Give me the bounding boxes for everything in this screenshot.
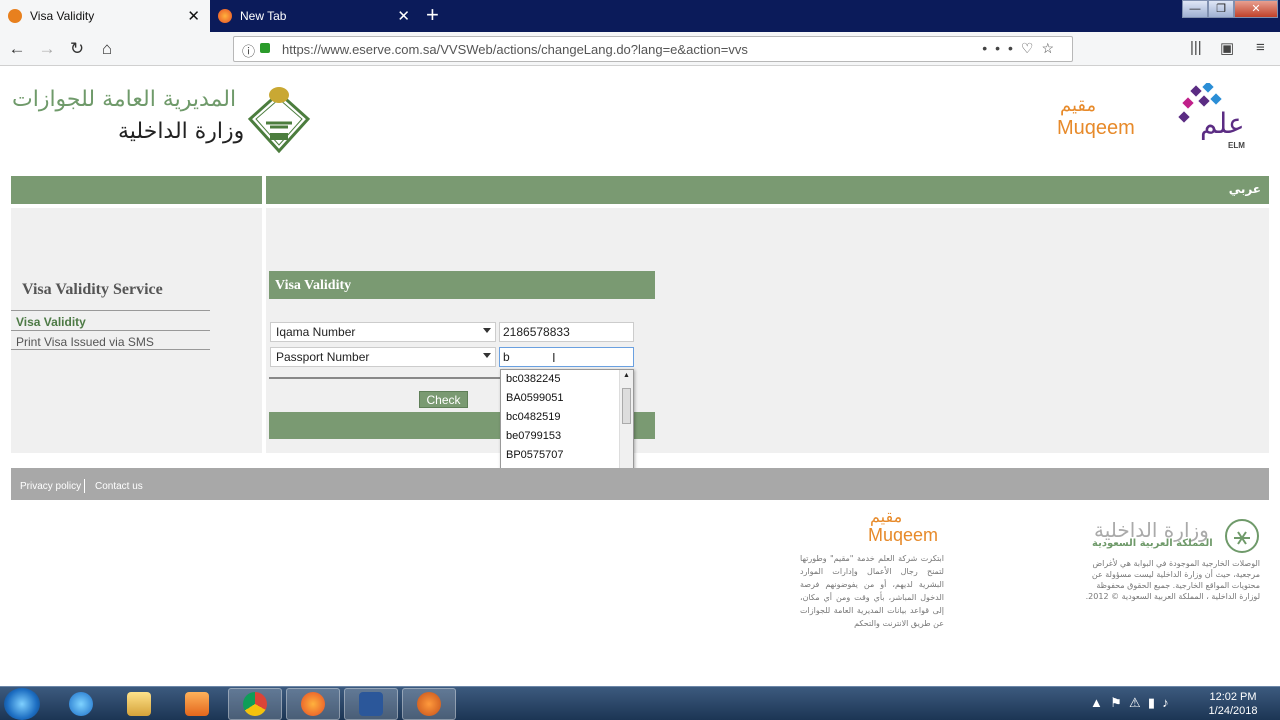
window-close-button[interactable]: ✕ bbox=[1234, 0, 1278, 18]
autocomplete-item[interactable]: bc0382245 bbox=[506, 373, 560, 385]
passport-number-input[interactable]: b bbox=[499, 347, 634, 367]
library-icon[interactable]: ||| bbox=[1190, 39, 1202, 56]
info-icon[interactable]: ⓘ bbox=[242, 41, 255, 60]
footer-separator bbox=[84, 479, 85, 493]
check-button[interactable]: Check bbox=[419, 391, 468, 408]
footer-muqeem-logo-arabic: مقيم bbox=[870, 509, 903, 526]
tab-visa-validity[interactable]: Visa Validity ✕ bbox=[0, 0, 210, 32]
tab-label: Visa Validity bbox=[30, 9, 95, 23]
close-tab-icon[interactable]: ✕ bbox=[397, 7, 410, 25]
clock-date: 1/24/2018 bbox=[1208, 705, 1258, 717]
elm-logo-arabic: علم bbox=[1200, 107, 1245, 140]
taskbar-clock[interactable]: 12:02 PM 1/24/2018 bbox=[1200, 690, 1266, 718]
passports-emblem-icon bbox=[247, 87, 311, 154]
scrollbar-thumb[interactable] bbox=[622, 388, 631, 424]
chrome-taskbar-icon[interactable] bbox=[228, 688, 282, 720]
autocomplete-item[interactable]: be0799153 bbox=[506, 430, 561, 442]
maximize-button[interactable]: ❐ bbox=[1208, 0, 1234, 18]
footer-muqeem-description: ابتكرت شركة العلم خدمة "مقيم" وطورتها لت… bbox=[800, 554, 944, 628]
sidebar-icon[interactable]: ▣ bbox=[1220, 39, 1234, 57]
clock-time: 12:02 PM bbox=[1209, 691, 1257, 703]
sidebar-divider bbox=[11, 349, 210, 350]
ministry-title-arabic: وزارة الداخلية bbox=[118, 119, 245, 144]
dropdown-arrow-icon bbox=[483, 328, 491, 333]
word-taskbar-icon[interactable] bbox=[344, 688, 398, 720]
footer-muqeem-logo-text: Muqeem bbox=[868, 525, 939, 545]
ministry-emblem-icon bbox=[1225, 519, 1259, 553]
new-tab-button[interactable]: + bbox=[426, 3, 439, 27]
id-type-select-2[interactable]: Passport Number bbox=[270, 347, 496, 367]
browser-tab-bar: Visa Validity ✕ New Tab ✕ + — ❐ ✕ bbox=[0, 0, 1280, 32]
sidebar-item-print-visa-sms[interactable]: Print Visa Issued via SMS bbox=[11, 330, 210, 350]
iqama-number-input[interactable]: 2186578833 bbox=[499, 322, 634, 342]
scroll-up-icon[interactable]: ▲ bbox=[623, 372, 630, 379]
footer-kingdom-name-arabic: المملكة العربية السعودية bbox=[1092, 538, 1213, 549]
autocomplete-scrollbar[interactable]: ▲ ▼ bbox=[619, 370, 633, 482]
back-icon[interactable]: ← bbox=[6, 38, 28, 60]
page-actions-icon[interactable]: •••♡☆ bbox=[982, 40, 1062, 57]
id-type-select-1[interactable]: Iqama Number bbox=[270, 322, 496, 342]
dropdown-arrow-icon bbox=[483, 353, 491, 358]
internet-explorer-taskbar-icon[interactable] bbox=[54, 688, 108, 720]
firefox-taskbar-icon[interactable] bbox=[286, 688, 340, 720]
select-value: Iqama Number bbox=[276, 325, 356, 339]
menu-icon[interactable]: ≡ bbox=[1256, 39, 1265, 56]
text-cursor-icon: I bbox=[552, 350, 556, 365]
screen-recorder-taskbar-icon[interactable] bbox=[402, 688, 456, 720]
file-explorer-taskbar-icon[interactable] bbox=[112, 688, 166, 720]
sidebar-title: Visa Validity Service bbox=[22, 281, 163, 298]
page-header: المديرية العامة للجوازات وزارة الداخلية … bbox=[0, 67, 1280, 175]
autocomplete-item[interactable]: BA0599051 bbox=[506, 392, 564, 404]
autocomplete-dropdown[interactable]: bc0382245 BA0599051 bc0482519 be0799153 … bbox=[500, 369, 634, 483]
form-divider bbox=[269, 377, 501, 379]
firefox-favicon-icon bbox=[8, 9, 22, 23]
autocomplete-item[interactable]: bc0482519 bbox=[506, 411, 560, 423]
url-bar[interactable]: ⓘ https://www.eserve.com.sa/VVSWeb/actio… bbox=[233, 36, 1073, 62]
select-value: Passport Number bbox=[276, 350, 370, 364]
muqeem-logo-text: Muqeem bbox=[1057, 117, 1135, 139]
media-player-taskbar-icon[interactable] bbox=[170, 688, 224, 720]
footer-moi-disclaimer: الوصلات الخارجية الموجودة في البوابة هي … bbox=[1085, 559, 1260, 601]
autocomplete-item[interactable]: BP0575707 bbox=[506, 449, 564, 461]
tab-new-tab[interactable]: New Tab ✕ bbox=[210, 0, 420, 32]
footer-bar: Privacy policy Contact us bbox=[11, 468, 1269, 500]
nav-bar-left bbox=[11, 176, 262, 204]
lock-icon bbox=[260, 43, 270, 53]
elm-logo-label: ELM bbox=[1228, 141, 1245, 150]
language-toggle-link[interactable]: عربي bbox=[1229, 182, 1261, 196]
sidebar-item-visa-validity[interactable]: Visa Validity bbox=[11, 310, 210, 330]
form-title: Visa Validity bbox=[269, 271, 655, 299]
windows-taskbar: ▲ ⚑ ⚠ ▮ ♪ 12:02 PM 1/24/2018 bbox=[0, 686, 1280, 720]
browser-nav-bar: ← → ↻ ⌂ ⓘ https://www.eserve.com.sa/VVSW… bbox=[0, 32, 1280, 66]
close-tab-icon[interactable]: ✕ bbox=[187, 7, 200, 25]
start-button[interactable] bbox=[4, 688, 40, 720]
forward-icon[interactable]: → bbox=[36, 38, 58, 60]
system-tray-icons[interactable]: ▲ ⚑ ⚠ ▮ ♪ bbox=[1090, 695, 1169, 711]
tab-label: New Tab bbox=[240, 9, 287, 23]
muqeem-logo-arabic: مقيم bbox=[1060, 95, 1097, 115]
url-text[interactable]: https://www.eserve.com.sa/VVSWeb/actions… bbox=[282, 42, 748, 57]
nav-bar-right: عربي bbox=[266, 176, 1269, 204]
contact-us-link[interactable]: Contact us bbox=[95, 481, 143, 492]
home-icon[interactable]: ⌂ bbox=[96, 38, 118, 60]
minimize-button[interactable]: — bbox=[1182, 0, 1208, 18]
sidebar: Visa Validity Service Visa Validity Prin… bbox=[11, 208, 262, 453]
passports-title-arabic: المديرية العامة للجوازات bbox=[12, 87, 237, 112]
privacy-policy-link[interactable]: Privacy policy bbox=[20, 481, 81, 492]
firefox-icon bbox=[218, 9, 232, 23]
reload-icon[interactable]: ↻ bbox=[66, 38, 88, 60]
